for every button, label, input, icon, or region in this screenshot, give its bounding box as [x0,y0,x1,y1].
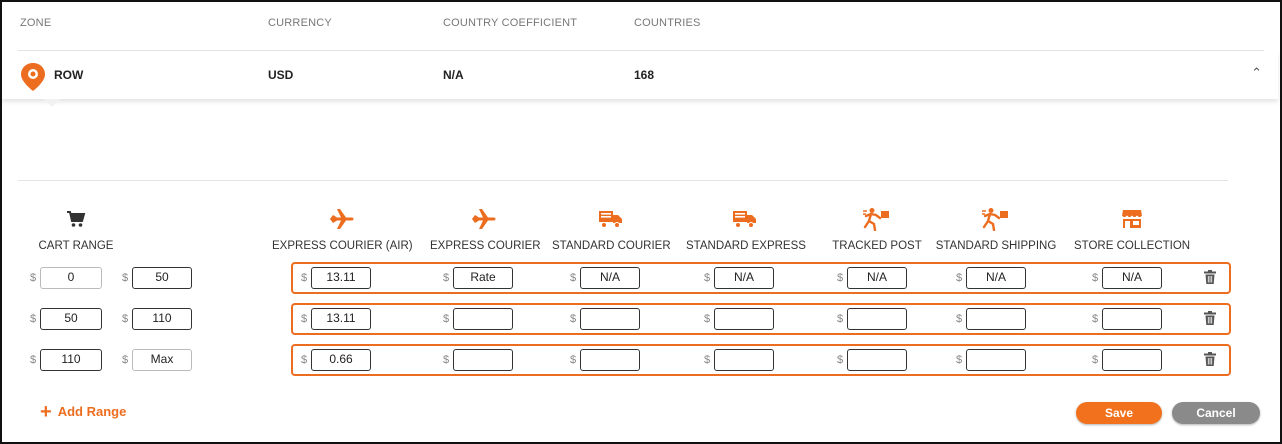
cancel-button[interactable]: Cancel [1172,402,1260,424]
range-max-input[interactable]: Max [132,349,192,371]
currency-symbol: $ [443,313,450,325]
rate-input-express-air[interactable]: 0.66 [311,349,371,371]
currency-symbol: $ [570,313,577,325]
add-range-label: Add Range [57,404,127,419]
col-express-air: EXPRESS COURIER (AIR) [272,206,413,252]
trash-icon[interactable] [1204,270,1216,284]
currency-symbol: $ [837,313,844,325]
trash-icon[interactable] [1204,352,1216,366]
truck-icon [599,211,622,228]
currency-symbol: $ [956,354,963,366]
rate-input-express-air[interactable]: 13.11 [311,267,371,289]
currency-symbol: $ [301,272,308,284]
zone-coefficient: N/A [443,68,464,82]
col-tracked-post: TRACKED POST [828,206,926,252]
expand-pointer [44,99,60,107]
rate-input-standard-express[interactable]: N/A [714,267,774,289]
currency-symbol: $ [956,272,963,284]
courier-runner-icon [863,208,889,231]
store-icon [1121,210,1143,228]
rate-input-tracked-post[interactable] [847,308,907,330]
rate-input-express-courier[interactable] [453,349,513,371]
currency-symbol: $ [1092,313,1099,325]
zone-row-row[interactable]: ROW USD N/A 168 ⌃ [2,51,1278,99]
currency-symbol: $ [570,354,577,366]
currency-symbol: $ [30,313,37,325]
chevron-up-icon[interactable]: ⌃ [1251,65,1262,81]
currency-symbol: $ [837,354,844,366]
save-button[interactable]: Save [1076,402,1162,424]
rate-input-standard-shipping[interactable] [966,308,1026,330]
add-range-button[interactable]: + Add Range [40,400,127,423]
currency-symbol: $ [30,272,37,284]
rate-input-store-collection[interactable] [1102,349,1162,371]
rate-input-standard-shipping[interactable]: N/A [966,267,1026,289]
col-standard-courier: STANDARD COURIER [552,206,671,252]
currency-symbol: $ [837,272,844,284]
rate-input-standard-courier[interactable]: N/A [580,267,640,289]
courier-runner-icon [982,208,1008,231]
col-express-courier-label: EXPRESS COURIER [430,240,541,252]
rate-input-standard-courier[interactable] [580,349,640,371]
plus-icon: + [40,400,52,423]
trash-icon[interactable] [1204,311,1216,325]
currency-symbol: $ [443,272,450,284]
header-currency: CURRENCY [268,17,332,29]
currency-symbol: $ [301,354,308,366]
airplane-icon [472,209,496,229]
col-express-courier: EXPRESS COURIER [430,206,541,252]
range-max-input[interactable]: 50 [132,267,192,289]
currency-symbol: $ [30,354,37,366]
cart-icon [67,211,86,227]
col-express-air-label: EXPRESS COURIER (AIR) [272,240,413,252]
zone-currency: USD [268,68,294,82]
col-standard-express: STANDARD EXPRESS [686,206,806,252]
rate-input-store-collection[interactable]: N/A [1102,267,1162,289]
currency-symbol: $ [1092,272,1099,284]
currency-symbol: $ [443,354,450,366]
map-pin-icon [21,63,45,91]
currency-symbol: $ [301,313,308,325]
col-standard-express-label: STANDARD EXPRESS [686,240,806,252]
rate-input-standard-express[interactable] [714,308,774,330]
col-store-collection: STORE COLLECTION [1074,206,1190,252]
range-min-input[interactable]: 110 [40,349,102,371]
currency-symbol: $ [1092,354,1099,366]
rate-input-tracked-post[interactable] [847,349,907,371]
currency-symbol: $ [704,354,711,366]
truck-icon [733,211,756,228]
col-standard-shipping: STANDARD SHIPPING [934,206,1058,252]
col-cart-range: CART RANGE [20,206,132,252]
rate-input-standard-express[interactable] [714,349,774,371]
col-tracked-post-label: TRACKED POST [832,240,922,252]
rate-input-express-courier[interactable] [453,308,513,330]
rate-input-standard-courier[interactable] [580,308,640,330]
rate-input-standard-shipping[interactable] [966,349,1026,371]
currency-symbol: $ [704,272,711,284]
section-divider [18,180,1228,181]
currency-symbol: $ [122,272,129,284]
col-standard-courier-label: STANDARD COURIER [552,240,671,252]
zone-countries: 168 [634,68,655,82]
range-max-input[interactable]: 110 [132,308,192,330]
rate-input-express-air[interactable]: 13.11 [311,308,371,330]
currency-symbol: $ [122,313,129,325]
airplane-icon [330,209,354,229]
currency-symbol: $ [570,272,577,284]
rate-input-tracked-post[interactable]: N/A [847,267,907,289]
currency-symbol: $ [704,313,711,325]
header-zone: ZONE [20,17,52,29]
col-standard-shipping-label: STANDARD SHIPPING [935,240,1057,252]
rate-input-store-collection[interactable] [1102,308,1162,330]
header-countries: COUNTRIES [634,17,701,29]
zone-name: ROW [54,68,84,82]
rate-input-express-courier[interactable]: Rate [453,267,513,289]
currency-symbol: $ [122,354,129,366]
col-cart-range-label: CART RANGE [38,240,114,252]
col-store-collection-label: STORE COLLECTION [1074,240,1191,252]
currency-symbol: $ [956,313,963,325]
header-country-coefficient: COUNTRY COEFFICIENT [443,17,578,29]
range-min-input[interactable]: 50 [40,308,102,330]
range-min-input[interactable]: 0 [40,267,102,289]
